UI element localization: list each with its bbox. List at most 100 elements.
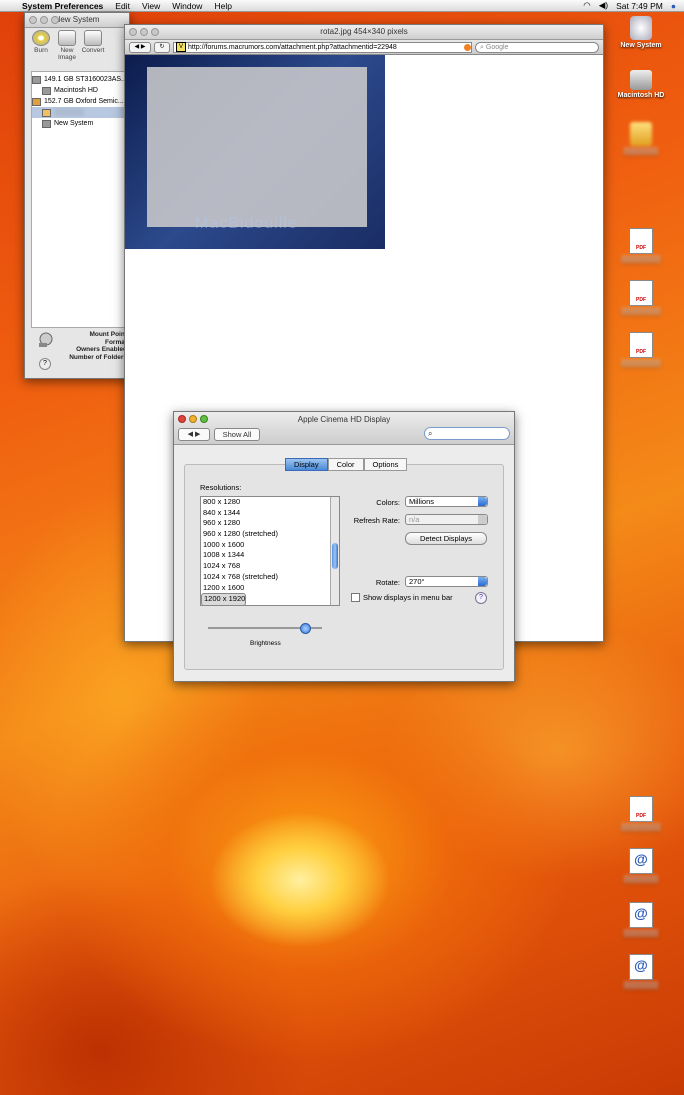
minimize-button[interactable] xyxy=(189,415,197,423)
displays-preference-window: Apple Cinema HD Display ◀ ▶ Show All ⌕ D… xyxy=(173,411,515,682)
desktop-icon-macintosh-hd[interactable]: Macintosh HD xyxy=(606,70,676,99)
list-item-selected[interactable]: 1200 x 1920 xyxy=(201,593,247,605)
burn-button[interactable]: Burn xyxy=(29,30,53,60)
convert-button[interactable]: Convert xyxy=(81,30,105,60)
web-location-icon: @ xyxy=(629,954,653,980)
preferences-search-input[interactable]: ⌕ xyxy=(424,427,510,440)
show-in-menu-bar-checkbox[interactable]: Show displays in menu bar xyxy=(351,593,453,602)
browser-title: rota2.jpg 454×340 pixels xyxy=(320,27,408,36)
refresh-rate-select: n/a xyxy=(405,514,488,525)
web-location-icon: @ xyxy=(629,902,653,928)
menu-clock[interactable]: Sat 7:49 PM xyxy=(616,1,663,11)
display-tabs: Display Color Options xyxy=(285,458,408,471)
list-item[interactable]: 149.1 GB ST3160023AS... xyxy=(32,74,130,85)
site-favicon: V xyxy=(176,42,186,52)
brightness-slider-knob[interactable] xyxy=(299,623,311,634)
desktop-icon-pdf[interactable]: ▒▒▒▒▒▒▒▒ xyxy=(606,280,676,315)
disk-list[interactable]: 149.1 GB ST3160023AS... Macintosh HD 152… xyxy=(31,71,131,328)
zoom-button[interactable] xyxy=(200,415,208,423)
blurred-label: ▒▒▒▒▒▒▒▒ xyxy=(621,360,661,367)
desktop-icon-pdf[interactable]: ▒▒▒▒▒▒▒▒ xyxy=(606,332,676,367)
wifi-icon[interactable]: ◠ xyxy=(583,0,590,11)
tab-display[interactable]: Display xyxy=(285,458,328,471)
resolutions-list[interactable]: 800 x 1280 840 x 1344 960 x 1280 960 x 1… xyxy=(200,496,340,606)
browser-titlebar[interactable]: rota2.jpg 454×340 pixels xyxy=(125,25,603,40)
list-item[interactable]: ░░░░░░ xyxy=(32,107,130,118)
volume-icon[interactable]: ◀) xyxy=(599,0,608,11)
desktop-icon-weblink[interactable]: @ ▒▒▒▒▒▒▒ xyxy=(606,954,676,989)
displays-titlebar[interactable]: Apple Cinema HD Display ◀ ▶ Show All ⌕ xyxy=(174,412,514,445)
tab-options[interactable]: Options xyxy=(363,458,408,471)
disk-info: Mount Point Format Owners Enabled Number… xyxy=(69,331,127,361)
window-buttons[interactable] xyxy=(178,415,208,423)
rotate-select[interactable]: 270° xyxy=(405,576,488,587)
blurred-label: ▒▒▒▒▒▒▒ xyxy=(623,930,659,937)
new-image-icon xyxy=(58,30,76,46)
pdf-file-icon xyxy=(629,228,653,254)
chevron-down-icon xyxy=(478,515,487,524)
url-field[interactable]: V http://forums.macrumors.com/attachment… xyxy=(173,41,472,53)
list-item[interactable]: 152.7 GB Oxford Semic... xyxy=(32,96,130,107)
tab-color[interactable]: Color xyxy=(327,458,364,471)
blurred-label: ▒▒▒▒▒▒▒▒ xyxy=(621,256,661,263)
desktop-icon-pdf[interactable]: ▒▒▒▒▒▒▒▒ xyxy=(606,796,676,831)
list-item[interactable]: Macintosh HD xyxy=(32,85,130,96)
show-all-button[interactable]: Show All xyxy=(214,428,260,441)
colors-select[interactable]: Millions xyxy=(405,496,488,507)
close-button[interactable] xyxy=(178,415,186,423)
spotlight-icon[interactable]: ● xyxy=(671,1,676,11)
rotate-label: Rotate: xyxy=(375,578,400,587)
desktop-icon-pdf[interactable]: ▒▒▒▒▒▒▒▒ xyxy=(606,228,676,263)
back-forward-button[interactable]: ◀ ▶ xyxy=(129,41,151,53)
search-field[interactable]: ⌕ Google xyxy=(475,41,599,53)
blurred-label: ▒▒▒▒▒▒▒ xyxy=(623,876,659,883)
screenshot-image: MacBidouille xyxy=(125,55,385,249)
list-item[interactable]: 1200 x 1600 xyxy=(201,583,339,594)
help-button[interactable]: ? xyxy=(39,358,51,370)
rss-icon[interactable] xyxy=(464,43,471,51)
external-drive-icon xyxy=(630,122,652,146)
list-item[interactable]: 1008 x 1344 xyxy=(201,550,339,561)
menu-help[interactable]: Help xyxy=(214,1,231,11)
search-icon: ⌕ xyxy=(428,429,433,438)
scrollbar-thumb[interactable] xyxy=(332,543,338,569)
menu-edit[interactable]: Edit xyxy=(115,1,130,11)
desktop-icon-external-drive[interactable]: ▒▒▒▒▒▒▒ xyxy=(606,122,676,155)
list-item[interactable]: 1024 x 768 (stretched) xyxy=(201,572,339,583)
menu-view[interactable]: View xyxy=(142,1,160,11)
url-text: http://forums.macrumors.com/attachment.p… xyxy=(188,43,397,51)
new-image-button[interactable]: New Image xyxy=(55,30,79,61)
refresh-rate-label: Refresh Rate: xyxy=(353,516,400,525)
volume-icon xyxy=(42,108,51,117)
menu-window[interactable]: Window xyxy=(172,1,202,11)
back-forward-button[interactable]: ◀ ▶ xyxy=(178,428,210,441)
resolutions-label: Resolutions: xyxy=(200,483,242,492)
web-location-icon: @ xyxy=(629,848,653,874)
list-item[interactable]: 1000 x 1600 xyxy=(201,540,339,551)
list-item[interactable]: 1024 x 768 xyxy=(201,561,339,572)
window-buttons[interactable] xyxy=(129,28,159,36)
window-buttons[interactable] xyxy=(29,16,59,24)
pdf-file-icon xyxy=(629,280,653,306)
disk-utility-titlebar[interactable]: New System xyxy=(25,13,129,28)
desktop-icon-weblink[interactable]: @ ▒▒▒▒▒▒▒ xyxy=(606,902,676,937)
desktop-icon-weblink[interactable]: @ ▒▒▒▒▒▒▒ xyxy=(606,848,676,883)
list-item[interactable]: 960 x 1280 (stretched) xyxy=(201,529,339,540)
chevron-down-icon xyxy=(478,577,487,586)
list-item[interactable]: 840 x 1344 xyxy=(201,508,339,519)
reload-button[interactable]: ↻ xyxy=(154,41,170,53)
list-item[interactable]: New System xyxy=(32,118,130,129)
resolutions-scrollbar[interactable] xyxy=(330,497,339,605)
checkbox-box[interactable] xyxy=(351,593,360,602)
menu-app-name[interactable]: System Preferences xyxy=(22,1,103,11)
desktop-icon-new-system[interactable]: New System xyxy=(606,16,676,49)
list-item[interactable]: 800 x 1280 xyxy=(201,497,339,508)
blurred-volume-name: ░░░░░░ xyxy=(54,109,84,116)
volume-icon xyxy=(630,16,652,40)
blurred-label: ▒▒▒▒▒▒▒ xyxy=(623,148,659,155)
help-button[interactable]: ? xyxy=(475,592,487,604)
brightness-label: Brightness xyxy=(250,640,281,647)
burn-icon xyxy=(32,30,50,46)
list-item[interactable]: 960 x 1280 xyxy=(201,518,339,529)
detect-displays-button[interactable]: Detect Displays xyxy=(405,532,487,545)
